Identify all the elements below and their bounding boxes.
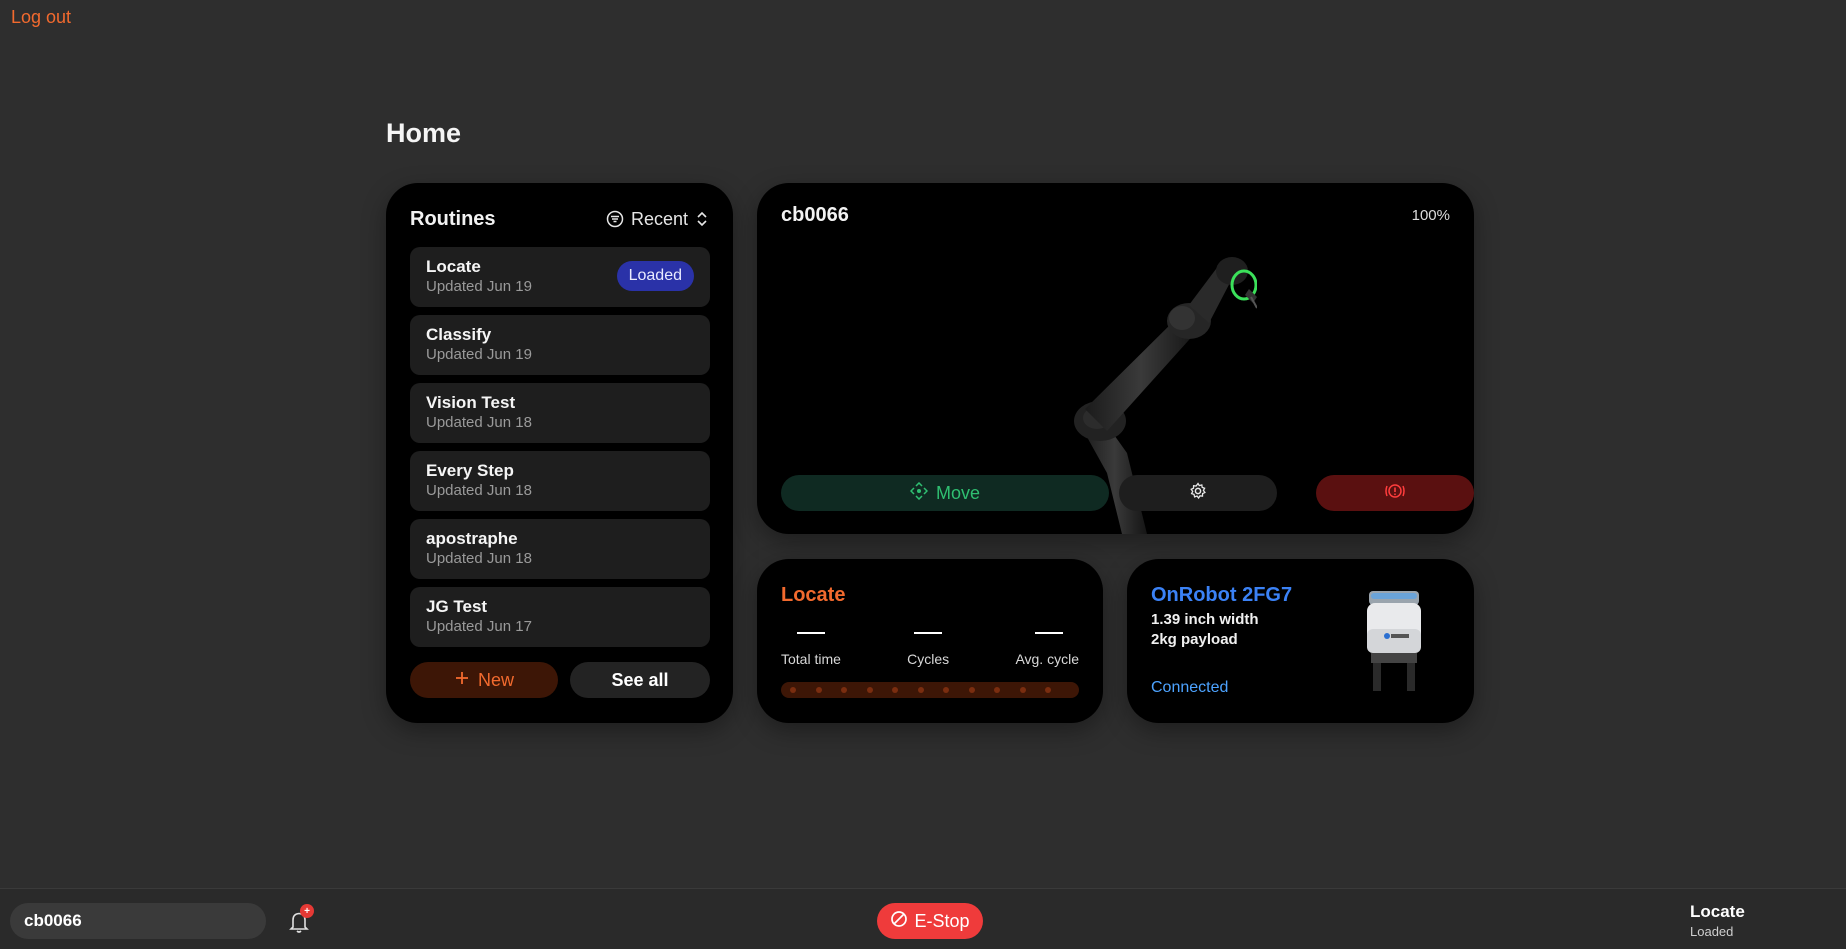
routine-updated: Updated Jun 18	[426, 414, 532, 431]
robot-settings-button[interactable]	[1119, 475, 1277, 511]
routine-item-jg-test[interactable]: JG Test Updated Jun 17	[410, 587, 710, 647]
routine-updated: Updated Jun 17	[426, 618, 532, 635]
gripper-image	[1359, 589, 1429, 693]
notification-badge: +	[300, 904, 314, 918]
new-label: New	[477, 669, 514, 690]
see-all-button[interactable]: See all	[570, 662, 710, 698]
active-routine-title: Locate	[781, 584, 846, 606]
routine-name: Vision Test	[426, 393, 516, 412]
loaded-routine-status: Locate Loaded	[1690, 902, 1745, 939]
routine-updated: Updated Jun 18	[426, 550, 532, 567]
move-button[interactable]: Move	[781, 475, 1109, 511]
filter-icon	[606, 210, 624, 228]
robot-card: cb0066 100% Move	[757, 183, 1474, 534]
alert-icon	[1384, 482, 1406, 505]
gripper-title: OnRobot 2FG7	[1151, 584, 1293, 606]
status-routine-name: Locate	[1690, 902, 1745, 921]
routine-name: Every Step	[426, 461, 514, 480]
chevron-updown-icon	[695, 210, 709, 228]
logout-link[interactable]: Log out	[11, 7, 71, 28]
routine-status-card[interactable]: Locate Total time Cycles Avg. cycle	[757, 559, 1103, 723]
gripper-card[interactable]: OnRobot 2FG7 1.39 inch width 2kg payload…	[1127, 559, 1474, 723]
robot-selector[interactable]: cb0066	[10, 903, 266, 939]
move-icon	[909, 481, 929, 505]
routine-item-locate[interactable]: Locate Updated Jun 19 Loaded	[410, 247, 710, 307]
routine-progress-bar	[781, 682, 1079, 698]
stat-total-time: Total time	[781, 621, 841, 667]
bottom-bar: cb0066 + E-Stop Locate Loaded	[0, 888, 1846, 949]
plus-icon	[454, 670, 470, 691]
estop-label: E-Stop	[914, 910, 970, 931]
stat-avg-cycle: Avg. cycle	[1015, 621, 1079, 667]
routine-item-apostraphe[interactable]: apostraphe Updated Jun 18	[410, 519, 710, 579]
routine-list: Locate Updated Jun 19 Loaded Classify Up…	[410, 247, 710, 655]
notifications-button[interactable]: +	[284, 904, 316, 937]
routine-item-every-step[interactable]: Every Step Updated Jun 18	[410, 451, 710, 511]
routine-updated: Updated Jun 19	[426, 346, 532, 363]
sort-label: Recent	[630, 208, 688, 229]
stat-cycles: Cycles	[907, 621, 949, 667]
robot-fault-button[interactable]	[1316, 475, 1474, 511]
stop-icon	[890, 910, 908, 933]
routines-card: Routines Recent Locate Updated Jun 19 Lo…	[386, 183, 733, 723]
robot-percent: 100%	[1411, 207, 1450, 224]
gear-icon	[1189, 481, 1207, 505]
routine-item-classify[interactable]: Classify Updated Jun 19	[410, 315, 710, 375]
routine-name: Classify	[426, 325, 492, 344]
routine-item-vision-test[interactable]: Vision Test Updated Jun 18	[410, 383, 710, 443]
gripper-payload: 2kg payload	[1151, 631, 1238, 648]
loaded-badge: Loaded	[616, 261, 694, 291]
routines-title: Routines	[410, 207, 496, 230]
routine-name: apostraphe	[426, 529, 518, 548]
gripper-width: 1.39 inch width	[1151, 611, 1259, 628]
new-routine-button[interactable]: New	[410, 662, 558, 698]
routine-updated: Updated Jun 18	[426, 482, 532, 499]
robot-name: cb0066	[781, 204, 849, 226]
bell-icon	[284, 912, 316, 941]
routine-name: JG Test	[426, 597, 488, 616]
status-routine-state: Loaded	[1690, 924, 1734, 939]
gripper-status: Connected	[1151, 679, 1229, 696]
page-title: Home	[386, 118, 462, 148]
stat-label: Avg. cycle	[1015, 651, 1079, 667]
estop-button[interactable]: E-Stop	[877, 903, 983, 939]
move-label: Move	[935, 482, 980, 503]
sort-dropdown[interactable]: Recent	[606, 209, 709, 230]
stat-label: Cycles	[907, 651, 950, 667]
stat-label: Total time	[781, 651, 841, 667]
